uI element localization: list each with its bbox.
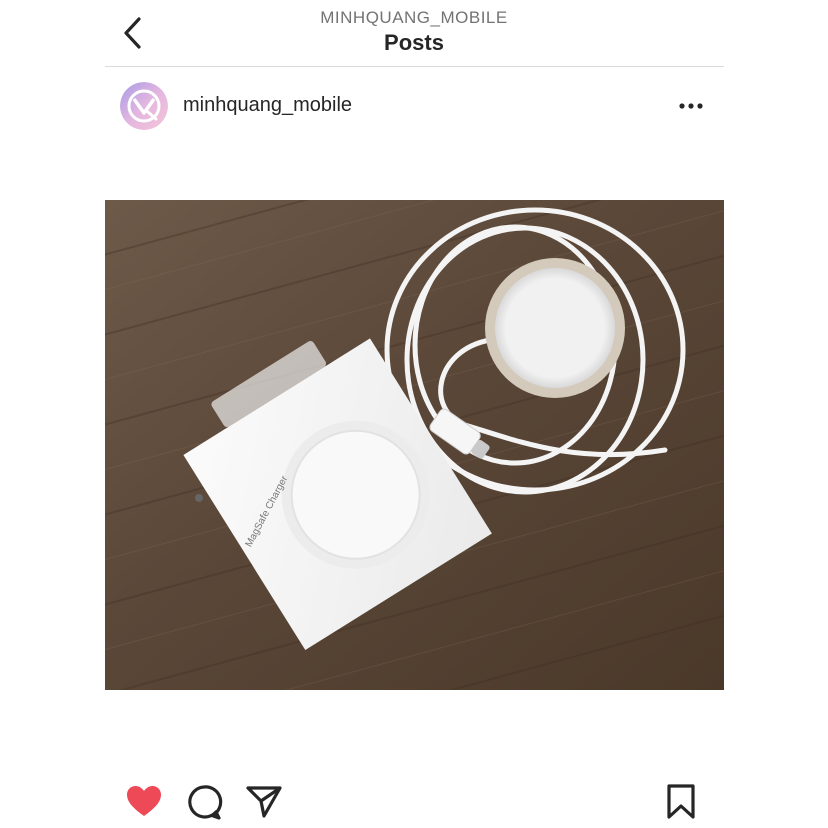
more-options-button[interactable]	[676, 96, 706, 116]
mq-logo-avatar-icon	[120, 82, 168, 130]
comment-button[interactable]	[185, 783, 223, 821]
share-button[interactable]	[245, 783, 283, 821]
save-button[interactable]	[662, 783, 700, 821]
paper-plane-icon	[246, 786, 282, 818]
apple-logo-mark	[195, 494, 203, 502]
post-username[interactable]: minhquang_mobile	[183, 94, 352, 117]
page-title: Posts	[384, 30, 444, 55]
comment-icon	[188, 785, 223, 820]
more-horizontal-icon	[679, 103, 703, 109]
post-photo[interactable]: MagSafe Charger	[105, 200, 724, 690]
heart-icon	[127, 786, 161, 816]
bookmark-icon	[667, 784, 695, 819]
header-account-name: MINHQUANG_MOBILE	[320, 8, 508, 27]
header-divider	[105, 66, 724, 67]
post-photo-image: MagSafe Charger	[105, 200, 724, 690]
avatar[interactable]	[120, 82, 168, 130]
like-button[interactable]	[125, 783, 163, 821]
